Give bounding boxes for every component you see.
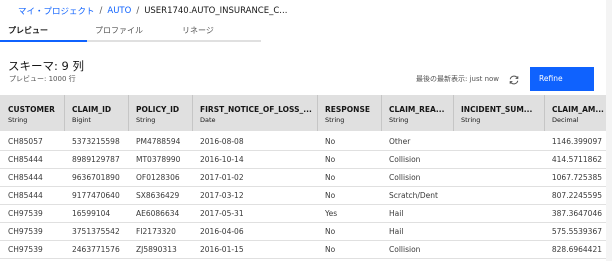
- cell-claim-amount: 387.3647046: [551, 209, 602, 218]
- tab-bar: プレビュー プロファイル リネージ: [0, 24, 261, 42]
- cell-response: No: [325, 173, 336, 182]
- cell-claim-reason: Collision: [389, 155, 421, 164]
- cell-response: Yes: [325, 209, 338, 218]
- cell-policy-id: ZJ5890313: [136, 245, 177, 254]
- cell-claim-id: 5373215598: [72, 137, 120, 146]
- tab-preview[interactable]: プレビュー: [0, 24, 87, 42]
- refine-button[interactable]: Refine: [530, 67, 594, 91]
- breadcrumb-separator: /: [99, 6, 103, 16]
- cell-claim-id: 16599104: [72, 209, 111, 218]
- column-name: CLAIM_ID: [72, 105, 112, 114]
- cell-customer: CH97539: [8, 227, 43, 236]
- cell-policy-id: SX8636429: [136, 191, 180, 200]
- cell-first-notice: 2017-05-31: [200, 209, 244, 218]
- cell-customer: CH85444: [8, 173, 43, 182]
- cell-response: No: [325, 137, 336, 146]
- breadcrumb: マイ・プロジェクト / AUTO / USER1740.AUTO_INSURAN…: [18, 5, 287, 17]
- cell-policy-id: MT0378990: [136, 155, 181, 164]
- cell-claim-id: 8989129787: [72, 155, 120, 164]
- column-header-claim-id[interactable]: CLAIM_ID Bigint: [64, 95, 128, 131]
- preview-table: CUSTOMER String CLAIM_ID Bigint POLICY_I…: [0, 95, 612, 261]
- cell-first-notice: 2016-08-08: [200, 137, 244, 146]
- cell-claim-id: 9636701890: [72, 173, 120, 182]
- column-type: String: [136, 116, 156, 124]
- cell-claim-amount: 1146.399097: [551, 137, 602, 146]
- breadcrumb-project-link[interactable]: マイ・プロジェクト: [18, 5, 95, 17]
- cell-customer: CH85057: [8, 137, 43, 146]
- table-row: CH97539 3751375542 FI2173320 2016-04-06 …: [0, 224, 612, 241]
- tab-profile[interactable]: プロファイル: [87, 24, 174, 42]
- breadcrumb-separator: /: [136, 6, 140, 16]
- cell-first-notice: 2017-03-12: [200, 191, 244, 200]
- cell-response: No: [325, 191, 336, 200]
- cell-first-notice: 2016-04-06: [200, 227, 244, 236]
- cell-claim-amount: 1067.725385: [551, 173, 602, 182]
- column-name: CLAIM_REA...: [389, 105, 445, 114]
- cell-customer: CH85444: [8, 191, 43, 200]
- column-name: FIRST_NOTICE_OF_LOSS_...: [200, 105, 312, 114]
- cell-customer: CH97539: [8, 245, 43, 254]
- table-row: CH85057 5373215598 PM4788594 2016-08-08 …: [0, 134, 612, 151]
- cell-claim-reason: Hail: [389, 209, 404, 218]
- refresh-icon[interactable]: [508, 71, 520, 85]
- column-name: INCIDENT_SUM...: [461, 105, 533, 114]
- cell-claim-amount: 414.5711862: [551, 155, 602, 164]
- last-refresh-label: 最後の最新表示: just now: [416, 75, 500, 83]
- cell-claim-reason: Scratch/Dent: [389, 191, 438, 200]
- preview-row-count: プレビュー: 1000 行: [9, 75, 76, 83]
- column-header-first-notice[interactable]: FIRST_NOTICE_OF_LOSS_... Date: [192, 95, 317, 131]
- column-name: CLAIM_AM...: [552, 105, 604, 114]
- table-row: CH97539 2463771576 ZJ5890313 2016-01-15 …: [0, 242, 612, 259]
- breadcrumb-current: USER1740.AUTO_INSURANCE_C...: [144, 6, 288, 16]
- column-header-claim-reason[interactable]: CLAIM_REA... String: [381, 95, 453, 131]
- cell-first-notice: 2016-01-15: [200, 245, 244, 254]
- cell-claim-amount: 828.6964421: [551, 245, 602, 254]
- table-row: CH85444 9636701890 OF0128306 2017-01-02 …: [0, 170, 612, 187]
- column-type: String: [461, 116, 481, 124]
- cell-customer: CH97539: [8, 209, 43, 218]
- cell-claim-reason: Hail: [389, 227, 404, 236]
- column-type: Decimal: [552, 116, 579, 124]
- cell-claim-amount: 807.2245595: [551, 191, 602, 200]
- cell-claim-amount: 575.5539367: [551, 227, 602, 236]
- cell-claim-reason: Collision: [389, 245, 421, 254]
- cell-claim-id: 2463771576: [72, 245, 120, 254]
- column-type: String: [8, 116, 28, 124]
- cell-policy-id: FI2173320: [136, 227, 176, 236]
- table-row: CH85444 9177470640 SX8636429 2017-03-12 …: [0, 188, 612, 205]
- column-type: Date: [200, 116, 216, 124]
- column-type: String: [325, 116, 345, 124]
- breadcrumb-folder-link[interactable]: AUTO: [107, 6, 131, 16]
- column-header-claim-amount[interactable]: CLAIM_AM... Decimal: [544, 95, 606, 131]
- scrollbar-track[interactable]: [606, 0, 612, 261]
- cell-policy-id: AE6086634: [136, 209, 180, 218]
- cell-claim-id: 3751375542: [72, 227, 120, 236]
- cell-first-notice: 2017-01-02: [200, 173, 244, 182]
- cell-policy-id: OF0128306: [136, 173, 180, 182]
- column-header-response[interactable]: RESPONSE String: [317, 95, 381, 131]
- table-row: CH97539 16599104 AE6086634 2017-05-31 Ye…: [0, 206, 612, 223]
- cell-response: No: [325, 155, 336, 164]
- column-header-incident-summary[interactable]: INCIDENT_SUM... String: [453, 95, 544, 131]
- cell-response: No: [325, 245, 336, 254]
- column-name: CUSTOMER: [8, 105, 55, 114]
- cell-claim-id: 9177470640: [72, 191, 120, 200]
- schema-title: スキーマ: 9 列: [8, 59, 85, 73]
- cell-first-notice: 2016-10-14: [200, 155, 244, 164]
- tab-lineage[interactable]: リネージ: [174, 24, 261, 42]
- column-type: String: [389, 116, 409, 124]
- column-type: Bigint: [72, 116, 91, 124]
- cell-customer: CH85444: [8, 155, 43, 164]
- cell-claim-reason: Other: [389, 137, 411, 146]
- table-row: CH85444 8989129787 MT0378990 2016-10-14 …: [0, 152, 612, 169]
- cell-policy-id: PM4788594: [136, 137, 181, 146]
- column-header-policy-id[interactable]: POLICY_ID String: [128, 95, 192, 131]
- cell-response: No: [325, 227, 336, 236]
- column-name: RESPONSE: [325, 105, 370, 114]
- table-header: CUSTOMER String CLAIM_ID Bigint POLICY_I…: [0, 95, 612, 131]
- column-header-customer[interactable]: CUSTOMER String: [0, 95, 64, 131]
- column-name: POLICY_ID: [136, 105, 180, 114]
- cell-claim-reason: Collision: [389, 173, 421, 182]
